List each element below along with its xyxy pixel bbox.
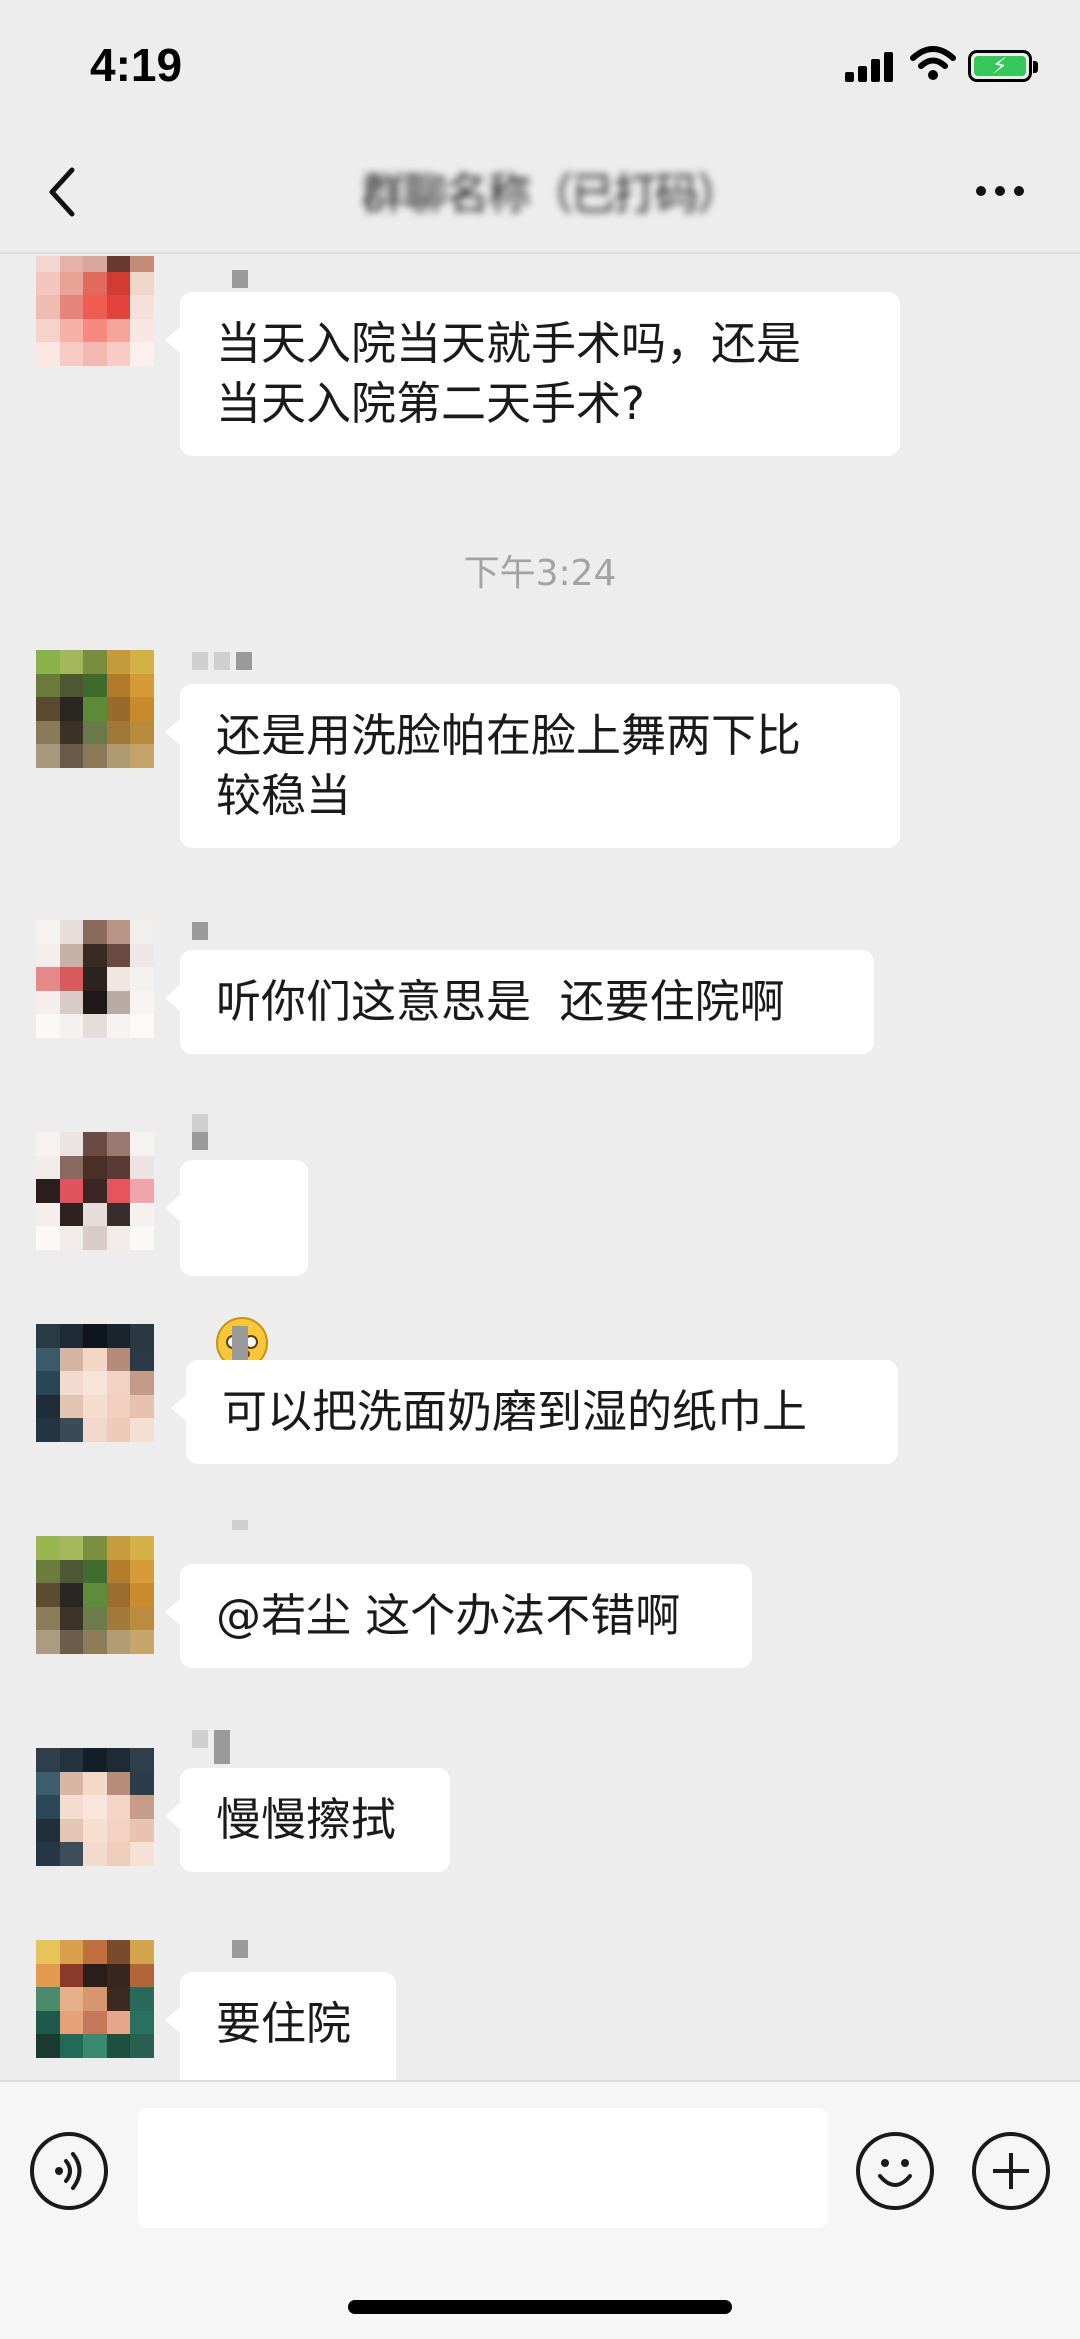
avatar[interactable] — [36, 256, 154, 366]
message-bubble[interactable] — [165, 1160, 308, 1369]
chat-header: 群聊名称（已打码） — [0, 130, 1080, 254]
chevron-left-icon — [49, 167, 75, 217]
sender-name — [192, 1114, 208, 1150]
home-indicator[interactable] — [348, 2300, 732, 2314]
more-functions-button[interactable] — [972, 2132, 1050, 2210]
battery-icon: ⚡ — [968, 50, 1038, 82]
back-button[interactable] — [38, 164, 92, 220]
message-bubble[interactable]: 还是用洗脸帕在脸上舞两下比 较稳当 — [165, 684, 900, 848]
emoji-button[interactable] — [856, 2132, 934, 2210]
avatar[interactable] — [36, 650, 154, 768]
sender-name — [232, 1940, 248, 1958]
voice-icon — [55, 2152, 82, 2190]
sender-name — [192, 922, 208, 940]
message-input[interactable] — [138, 2108, 828, 2228]
message-bubble[interactable]: 慢慢擦拭 — [165, 1768, 450, 1872]
message-list[interactable]: 当天入院当天就手术吗，还是 当天入院第二天手术? 下午3:24 还是用洗脸帕在脸… — [0, 256, 1080, 2080]
message-bubble[interactable]: 听你们这意思是 还要住院啊 — [165, 950, 874, 1054]
sender-name — [232, 1520, 248, 1530]
status-bar: 4:19 ⚡ — [0, 0, 1080, 130]
avatar[interactable] — [36, 1940, 154, 2058]
avatar[interactable] — [36, 1748, 154, 1866]
voice-input-button[interactable] — [30, 2132, 108, 2210]
timestamp: 下午3:24 — [463, 553, 617, 594]
chat-title: 群聊名称（已打码） — [361, 169, 741, 220]
sender-name — [192, 652, 252, 670]
sender-name — [192, 1730, 230, 1764]
status-time: 4:19 — [90, 39, 183, 91]
cellular-signal-icon — [845, 52, 897, 82]
message-bubble[interactable]: 要住院 — [165, 1972, 396, 2080]
wifi-icon — [910, 46, 956, 82]
message-bubble[interactable]: @若尘 这个办法不错啊 — [165, 1564, 752, 1668]
sender-name — [232, 1326, 248, 1362]
more-options-button[interactable] — [970, 170, 1030, 210]
message-bubble[interactable]: 当天入院当天就手术吗，还是 当天入院第二天手术? — [165, 292, 900, 456]
avatar[interactable] — [36, 1324, 154, 1442]
avatar[interactable] — [36, 1132, 154, 1250]
avatar[interactable] — [36, 1536, 154, 1654]
sender-name — [232, 270, 248, 288]
smiley-face-icon — [878, 2159, 912, 2187]
avatar[interactable] — [36, 920, 154, 1038]
message-bubble[interactable]: 可以把洗面奶磨到湿的纸巾上 — [171, 1360, 898, 1464]
